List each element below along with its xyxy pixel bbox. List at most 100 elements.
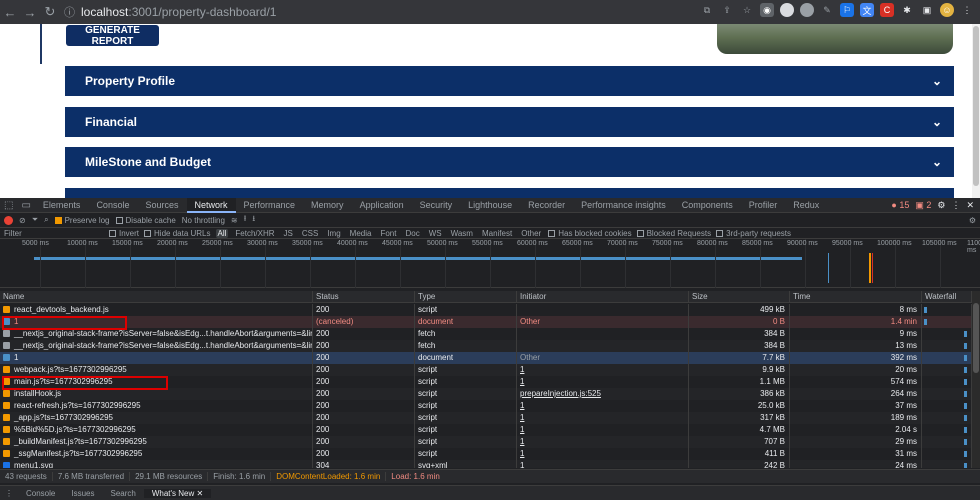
table-row[interactable]: react-refresh.js?ts=1677302996295 200 scri… (0, 400, 972, 412)
preserve-log-checkbox[interactable]: Preserve log (54, 216, 110, 225)
more-options-icon[interactable]: ⋮ (951, 200, 960, 211)
extension-icon[interactable] (780, 3, 794, 17)
filter-type-js[interactable]: JS (282, 229, 295, 238)
inspect-element-icon[interactable]: ⬚ (0, 200, 17, 211)
tab-memory[interactable]: Memory (303, 198, 352, 213)
request-name[interactable]: _ssgManifest.js?ts=1677302996295 (14, 449, 142, 458)
reload-icon[interactable]: ↻ (40, 2, 60, 22)
drawer-menu-icon[interactable]: ⋮ (0, 489, 18, 498)
request-name[interactable]: react_devtools_backend.js (14, 305, 109, 314)
camera-extension-icon[interactable]: ◉ (760, 3, 774, 17)
request-name[interactable]: __nextjs_original-stack-frame?isServer=f… (14, 341, 312, 350)
third-party-checkbox[interactable]: 3rd-party requests (716, 229, 791, 238)
filter-type-other[interactable]: Other (519, 229, 543, 238)
filter-type-fetch-xhr[interactable]: Fetch/XHR (233, 229, 276, 238)
profile-avatar[interactable]: ☺ (940, 3, 954, 17)
open-in-app-icon[interactable]: ⧉ (700, 3, 714, 17)
share-icon[interactable]: ⇪ (720, 3, 734, 17)
accordion-milestone-budget[interactable]: MileStone and Budget ⌄ (65, 147, 954, 177)
color-picker-icon[interactable]: ✎ (820, 3, 834, 17)
filter-type-font[interactable]: Font (378, 229, 398, 238)
bookmark-star-icon[interactable]: ☆ (740, 3, 754, 17)
table-row[interactable]: 1 (canceled) document Other 0 B 1.4 min (0, 316, 972, 328)
extensions-puzzle-icon[interactable]: ✱ (900, 3, 914, 17)
table-row[interactable]: _app.js?ts=1677302996295 200 script 1 317 kB… (0, 412, 972, 424)
drawer-tab-console[interactable]: Console (18, 489, 63, 498)
accordion-financial[interactable]: Financial ⌄ (65, 107, 954, 137)
filter-type-ws[interactable]: WS (427, 229, 444, 238)
table-row[interactable]: react_devtools_backend.js 200 script 499 kB… (0, 304, 972, 316)
invert-checkbox[interactable]: Invert (109, 229, 139, 238)
tab-performance-insights[interactable]: Performance insights (573, 198, 674, 213)
filter-type-wasm[interactable]: Wasm (449, 229, 475, 238)
back-icon[interactable]: ← (0, 2, 20, 22)
drawer-tab-issues[interactable]: Issues (63, 489, 102, 498)
request-name[interactable]: __nextjs_original-stack-frame?isServer=f… (14, 329, 312, 338)
throttling-select[interactable]: No throttling (182, 216, 225, 225)
filter-type-doc[interactable]: Doc (403, 229, 421, 238)
column-status[interactable]: Status (313, 291, 415, 303)
menu-kebab-icon[interactable]: ⋮ (960, 3, 974, 17)
warning-count[interactable]: ▣ 2 (915, 200, 931, 211)
extension-icon[interactable]: C (880, 3, 894, 17)
cell-initiator[interactable]: 1 (517, 412, 689, 424)
search-icon[interactable]: ⌕ (44, 215, 48, 225)
forward-icon[interactable]: → (20, 2, 40, 22)
column-name[interactable]: Name (0, 291, 313, 303)
address-bar[interactable]: ⓘ localhost :3001/property-dashboard/1 (64, 3, 344, 21)
filter-input[interactable]: Filter (4, 229, 104, 238)
tab-lighthouse[interactable]: Lighthouse (460, 198, 520, 213)
filter-type-manifest[interactable]: Manifest (480, 229, 514, 238)
table-row[interactable]: __nextjs_original-stack-frame?isServer=f… (0, 328, 972, 340)
table-row[interactable]: _buildManifest.js?ts=1677302996295 200 scr… (0, 436, 972, 448)
drawer-tab-search[interactable]: Search (102, 489, 143, 498)
extension-icon[interactable] (800, 3, 814, 17)
tab-console[interactable]: Console (88, 198, 137, 213)
tab-performance[interactable]: Performance (236, 198, 304, 213)
device-toolbar-icon[interactable]: ▭ (17, 200, 34, 211)
settings-gear-icon[interactable]: ⚙ (937, 200, 945, 211)
column-type[interactable]: Type (415, 291, 517, 303)
cell-initiator[interactable]: 1 (517, 436, 689, 448)
request-name[interactable]: webpack.js?ts=1677302996295 (14, 365, 127, 374)
export-icon[interactable]: ⭳ (252, 213, 255, 227)
record-icon[interactable] (4, 215, 13, 225)
accordion-next[interactable] (65, 188, 954, 198)
tab-components[interactable]: Components (674, 198, 741, 213)
table-row[interactable]: __nextjs_original-stack-frame?isServer=f… (0, 340, 972, 352)
filter-type-img[interactable]: Img (325, 229, 342, 238)
filter-type-media[interactable]: Media (348, 229, 374, 238)
tab-redux[interactable]: Redux (785, 198, 827, 213)
table-row[interactable]: _ssgManifest.js?ts=1677302996295 200 scrip… (0, 448, 972, 460)
blocked-requests-checkbox[interactable]: Blocked Requests (636, 229, 711, 238)
close-icon[interactable]: ✕ (197, 489, 204, 498)
request-name[interactable]: %5Bid%5D.js?ts=1677302996295 (14, 425, 136, 434)
filter-type-all[interactable]: All (215, 228, 229, 238)
column-size[interactable]: Size (689, 291, 790, 303)
tab-sources[interactable]: Sources (137, 198, 186, 213)
column-time[interactable]: Time (790, 291, 922, 303)
tab-profiler[interactable]: Profiler (741, 198, 786, 213)
table-row[interactable]: menu1.svg 304 svg+xml 1 242 B 24 ms (0, 460, 972, 468)
request-name[interactable]: react-refresh.js?ts=1677302996295 (14, 401, 141, 410)
hide-data-urls-checkbox[interactable]: Hide data URLs (144, 229, 211, 238)
request-name[interactable]: 1 (14, 353, 18, 362)
table-row[interactable]: 1 200 document Other 7.7 kB 392 ms (0, 352, 972, 364)
column-waterfall[interactable]: Waterfall (922, 291, 972, 303)
wifi-icon[interactable]: ≋ (231, 216, 238, 225)
table-scrollbar[interactable] (972, 291, 980, 468)
accordion-property-profile[interactable]: Property Profile ⌄ (65, 66, 954, 96)
table-row[interactable]: %5Bid%5D.js?ts=1677302996295 200 script 1 4.… (0, 424, 972, 436)
cell-initiator[interactable]: 1 (517, 448, 689, 460)
clear-icon[interactable]: ⊘ (19, 216, 26, 225)
request-name[interactable]: _buildManifest.js?ts=1677302996295 (14, 437, 147, 446)
request-name[interactable]: _app.js?ts=1677302996295 (14, 413, 113, 422)
page-scrollbar[interactable] (972, 24, 980, 198)
disable-cache-checkbox[interactable]: Disable cache (115, 216, 176, 225)
request-name[interactable]: menu1.svg (14, 461, 53, 468)
extension-icon[interactable]: ⚐ (840, 3, 854, 17)
import-icon[interactable]: ⭱ (244, 213, 247, 227)
tab-network[interactable]: Network (186, 197, 236, 213)
filter-type-css[interactable]: CSS (300, 229, 320, 238)
error-count[interactable]: ● 15 (891, 200, 909, 210)
